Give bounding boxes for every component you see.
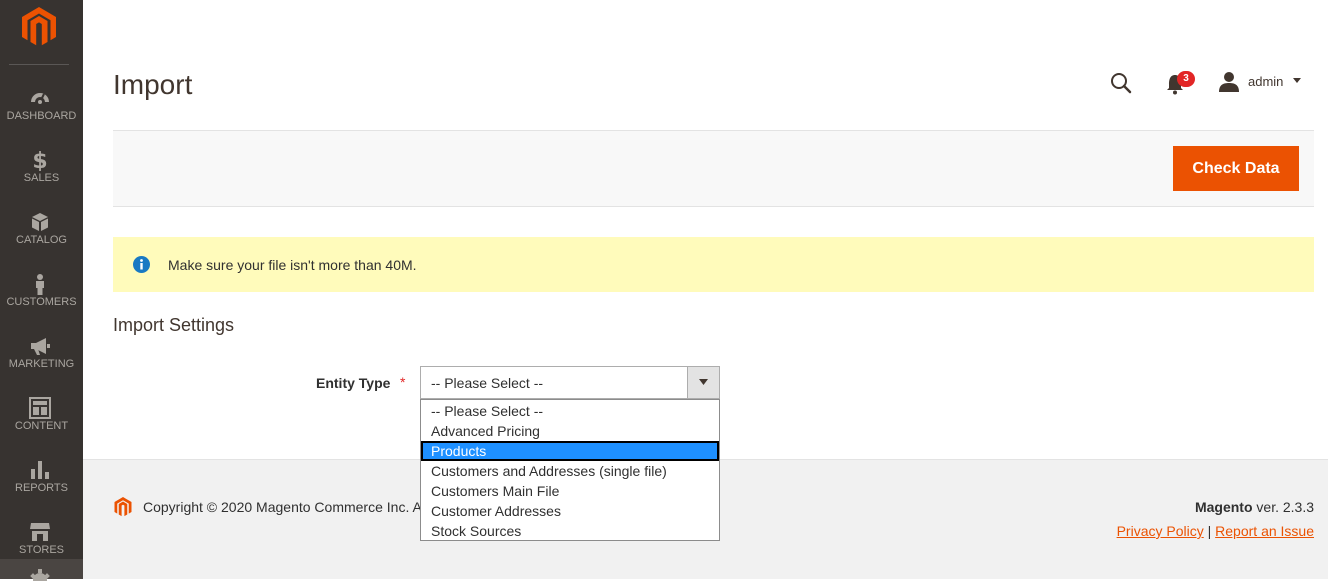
- layout-icon: [29, 397, 51, 419]
- link-separator: |: [1207, 523, 1212, 539]
- page-actions-bar: [113, 130, 1314, 207]
- sidebar-item-label: CUSTOMERS: [6, 296, 77, 308]
- user-name: admin: [1248, 74, 1284, 89]
- storefront-icon: [30, 523, 50, 541]
- sidebar-item-label: CONTENT: [14, 420, 69, 432]
- magento-footer-logo: [114, 497, 132, 517]
- page-title: Import: [113, 69, 193, 100]
- megaphone-icon: [31, 338, 50, 355]
- notice-text: Make sure your file isn't more than 40M.: [168, 257, 417, 273]
- magento-logo[interactable]: [19, 5, 59, 49]
- option-customer-addresses[interactable]: Customer Addresses: [421, 501, 719, 521]
- option-please-select[interactable]: -- Please Select --: [421, 401, 719, 421]
- user-icon: [1219, 72, 1239, 92]
- dashboard-icon: [31, 93, 49, 104]
- entity-type-label: Entity Type: [316, 375, 391, 391]
- sidebar-item-marketing[interactable]: MARKETING: [0, 323, 83, 385]
- file-size-notice: Make sure your file isn't more than 40M.: [113, 237, 1314, 292]
- sidebar-item-label: STORES: [18, 544, 65, 556]
- select-toggle[interactable]: [687, 367, 719, 398]
- option-advanced-pricing[interactable]: Advanced Pricing: [421, 421, 719, 441]
- check-data-button[interactable]: Check Data: [1173, 146, 1299, 191]
- cube-icon: [32, 213, 48, 231]
- sidebar-item-label: SALES: [23, 172, 60, 184]
- sidebar-item-customers[interactable]: CUSTOMERS: [0, 261, 83, 323]
- privacy-policy-link[interactable]: Privacy Policy: [1117, 523, 1204, 539]
- footer-links: Privacy Policy | Report an Issue: [1117, 523, 1314, 539]
- logo-divider: [9, 64, 69, 65]
- chevron-down-icon: [1293, 78, 1301, 83]
- notification-count-badge[interactable]: 3: [1177, 71, 1195, 87]
- sidebar-item-catalog[interactable]: CATALOG: [0, 199, 83, 261]
- bar-chart-icon: [31, 461, 49, 479]
- dollar-icon: $: [32, 149, 47, 171]
- required-indicator: *: [400, 374, 406, 390]
- sidebar-item-label: MARKETING: [8, 358, 75, 370]
- brand-name: Magento: [1194, 499, 1253, 515]
- sidebar-item-reports[interactable]: REPORTS: [0, 447, 83, 509]
- sidebar-item-dashboard[interactable]: DASHBOARD: [0, 75, 83, 137]
- report-issue-link[interactable]: Report an Issue: [1215, 523, 1314, 539]
- search-icon[interactable]: [1110, 72, 1132, 94]
- option-customers-main-file[interactable]: Customers Main File: [421, 481, 719, 501]
- chevron-down-icon: [699, 379, 708, 385]
- sidebar-item-label: CATALOG: [16, 234, 67, 246]
- person-icon: [36, 274, 44, 295]
- sidebar-item-label: DASHBOARD: [6, 110, 77, 122]
- gear-icon: [30, 569, 50, 581]
- svg-text:$: $: [32, 149, 47, 171]
- sidebar-item-system[interactable]: [0, 559, 83, 581]
- import-settings-title: Import Settings: [113, 315, 235, 335]
- info-icon: [133, 256, 150, 273]
- version-number: ver. 2.3.3: [1252, 499, 1314, 515]
- option-products[interactable]: Products: [421, 441, 719, 461]
- option-stock-sources[interactable]: Stock Sources: [421, 521, 719, 541]
- sidebar-item-sales[interactable]: $ SALES: [0, 137, 83, 199]
- entity-type-selected-value: -- Please Select --: [431, 375, 544, 391]
- option-customers-and-addresses[interactable]: Customers and Addresses (single file): [421, 461, 719, 481]
- entity-type-select[interactable]: -- Please Select --: [420, 366, 720, 399]
- sidebar-item-content[interactable]: CONTENT: [0, 385, 83, 447]
- sidebar-item-label: REPORTS: [15, 482, 68, 494]
- version-info: Magento ver. 2.3.3: [1195, 499, 1314, 515]
- admin-sidebar: DASHBOARD $ SALES CATALOG CUSTOMERS MARK…: [0, 0, 83, 581]
- entity-type-options-list: -- Please Select -- Advanced Pricing Pro…: [420, 399, 720, 541]
